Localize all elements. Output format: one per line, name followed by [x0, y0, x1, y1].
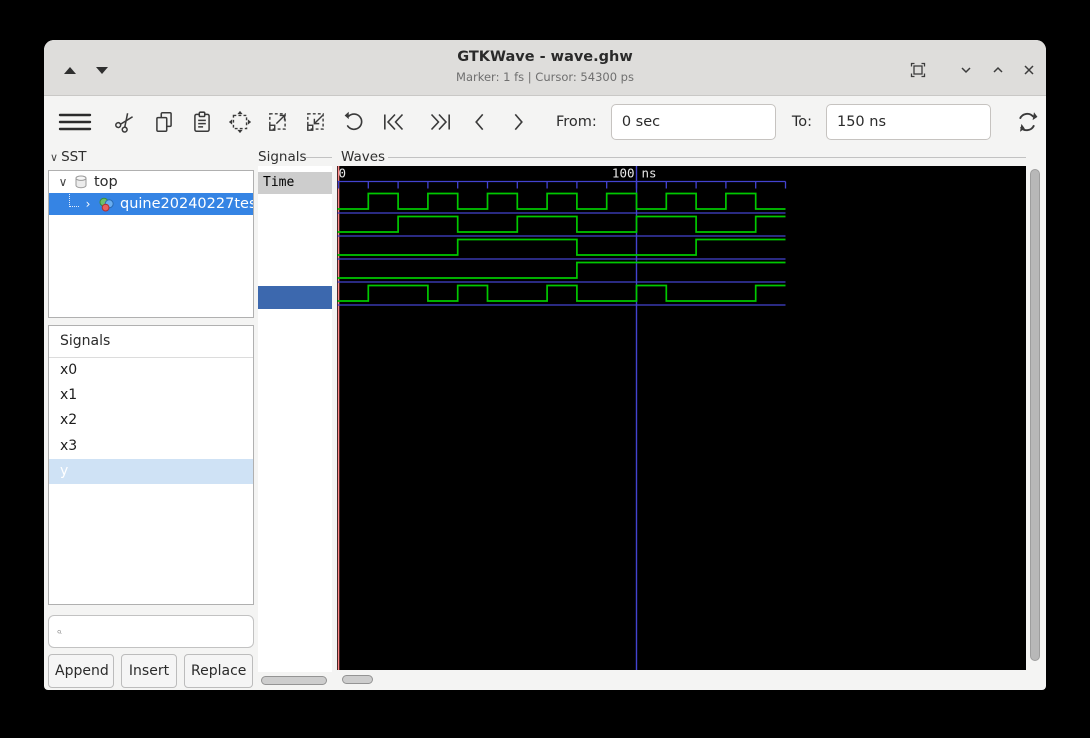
skip-to-start-icon — [384, 113, 404, 131]
wave-vscrollbar[interactable] — [1030, 169, 1040, 661]
copy-button[interactable] — [152, 110, 176, 134]
skip-to-start-button[interactable] — [380, 110, 410, 134]
sst-header[interactable]: ∨ SST — [50, 149, 86, 165]
wave-trace-x3 — [337, 261, 786, 279]
sst-label: SST — [61, 149, 87, 165]
append-button[interactable]: Append — [48, 654, 114, 688]
chevron-down-icon — [961, 67, 971, 74]
wave-canvas[interactable]: 0 100 ns — [337, 166, 1026, 670]
marker-cursor-status: Marker: 1 fs | Cursor: 54300 ps — [456, 70, 634, 84]
waves-frame-label: Waves — [341, 149, 386, 165]
signals-frame-line — [306, 157, 332, 158]
undo-button[interactable] — [342, 110, 366, 134]
chevron-up-icon — [993, 66, 1003, 73]
signal-search-box[interactable] — [48, 615, 254, 648]
titlebar: GTKWave - wave.ghw Marker: 1 fs | Cursor… — [44, 40, 1046, 96]
svg-text:0: 0 — [339, 166, 347, 181]
signal-name: x2 — [60, 412, 78, 429]
cylinder-icon — [73, 174, 89, 190]
signals-frame-label: Signals — [258, 149, 307, 165]
signals-list: Signals x0 x1 x2 x3 y — [48, 325, 254, 605]
signals-list-header: Signals — [49, 326, 253, 358]
values-hscrollbar[interactable] — [261, 676, 327, 685]
cut-button[interactable] — [114, 110, 138, 134]
tree-expander-icon[interactable]: ∨ — [56, 175, 70, 189]
signal-list-item[interactable]: x0 — [49, 358, 253, 383]
signal-value-rows: x0 =0 x1 =0 x2 =0 x3 =0 y =0 — [258, 194, 332, 309]
tree-item[interactable]: › quine20240227testbench — [49, 193, 253, 215]
tree-expander-icon[interactable]: › — [81, 197, 95, 211]
signal-list-item[interactable]: y — [49, 458, 253, 484]
fit-window-icon — [910, 62, 926, 78]
search-input[interactable] — [68, 615, 253, 648]
menu-icon — [58, 113, 92, 131]
tree-item[interactable]: ∨ top — [49, 171, 253, 193]
zoom-out-icon — [307, 113, 324, 131]
waves-frame-line — [388, 157, 1026, 158]
undo-icon — [344, 111, 363, 131]
signal-name: x1 — [60, 387, 78, 404]
signal-name: x3 — [60, 437, 78, 454]
signal-list-item[interactable]: x3 — [49, 434, 253, 459]
menu-button[interactable] — [58, 110, 92, 134]
wave-trace-x1 — [337, 215, 786, 233]
fit-window-button[interactable] — [908, 60, 928, 80]
wave-hscrollbar[interactable] — [342, 675, 373, 684]
from-label: From: — [556, 114, 597, 130]
sst-tree: ∨ top › quine20240227tes — [48, 170, 254, 318]
zoom-fit-icon — [228, 110, 252, 134]
next-edge-button[interactable] — [506, 110, 530, 134]
zoom-fit-button[interactable] — [228, 110, 252, 134]
to-input[interactable] — [825, 104, 991, 140]
zoom-in-icon — [269, 113, 286, 131]
prev-edge-icon — [475, 113, 484, 131]
maximize-button[interactable] — [988, 60, 1008, 80]
tree-guide — [69, 193, 79, 207]
wave-trace-y — [337, 284, 786, 302]
svg-text:100: 100 — [612, 166, 635, 181]
next-edge-icon — [514, 113, 523, 131]
wave-panel[interactable]: 0 100 ns — [337, 166, 1026, 670]
zoom-in-button[interactable] — [266, 110, 290, 134]
svg-text:ns: ns — [642, 166, 657, 181]
toolbar: From: To: — [44, 96, 1046, 148]
tree-item-label: quine20240227testbench — [120, 196, 253, 212]
signal-list-item[interactable]: x2 — [49, 408, 253, 433]
wave-trace-x2 — [337, 238, 786, 256]
signal-list-item[interactable]: x1 — [49, 383, 253, 408]
copy-icon — [156, 111, 172, 133]
close-button[interactable] — [1019, 60, 1039, 80]
reload-button[interactable] — [1013, 108, 1041, 136]
prev-edge-button[interactable] — [468, 110, 492, 134]
zoom-out-button[interactable] — [304, 110, 328, 134]
time-header[interactable]: Time — [258, 172, 332, 194]
close-icon — [1024, 65, 1034, 75]
signals-list-rows: x0 x1 x2 x3 y — [49, 358, 253, 484]
replace-button[interactable]: Replace — [184, 654, 253, 688]
minimize-button[interactable] — [956, 60, 976, 80]
signal-name: x0 — [60, 362, 78, 378]
skip-to-end-button[interactable] — [424, 110, 454, 134]
sst-collapse-icon[interactable]: ∨ — [50, 151, 58, 164]
search-icon — [57, 629, 62, 634]
signal-values-panel: Time x0 =0 x1 =0 x2 =0 x3 =0 y =0 — [258, 166, 332, 672]
from-input[interactable] — [610, 104, 776, 140]
paste-button[interactable] — [190, 110, 214, 134]
signal-value-row[interactable]: x0 =0 — [258, 194, 332, 217]
cut-icon — [115, 113, 133, 133]
insert-button[interactable]: Insert — [121, 654, 177, 688]
window-title: GTKWave - wave.ghw — [457, 49, 633, 65]
to-label: To: — [791, 114, 812, 130]
gtkwave-window: GTKWave - wave.ghw Marker: 1 fs | Cursor… — [44, 40, 1046, 690]
module-icon — [98, 196, 115, 213]
signal-name: y — [60, 462, 69, 479]
tree-item-label: top — [94, 174, 118, 190]
paste-icon — [194, 111, 210, 133]
wave-trace-x0 — [337, 192, 786, 210]
reload-icon — [1019, 112, 1038, 132]
skip-to-end-icon — [430, 113, 450, 131]
